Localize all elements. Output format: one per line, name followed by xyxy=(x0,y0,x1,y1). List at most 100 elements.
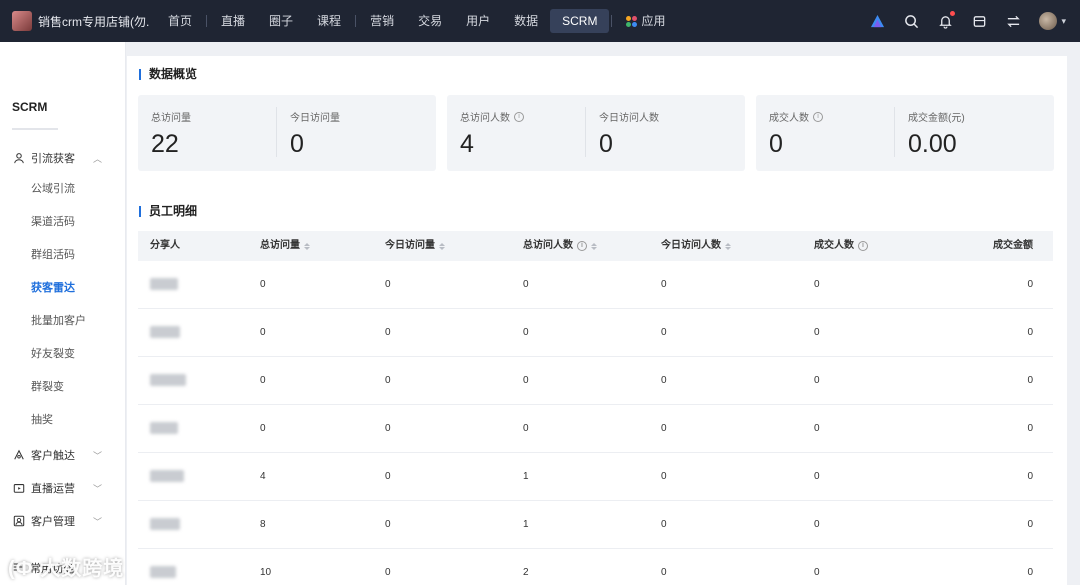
table-row: 0 0 0 0 0 0 xyxy=(138,405,1053,453)
nav-item-apps[interactable]: 应用 xyxy=(614,9,677,33)
column-header-deal-amount: 成交金额 xyxy=(993,231,1033,261)
user-avatar[interactable] xyxy=(1039,12,1058,30)
chevron-down-icon: ﹀ xyxy=(92,483,102,494)
column-header-today-visits[interactable]: 今日访问量 xyxy=(385,231,445,261)
table-cell: 0 xyxy=(385,279,391,290)
sidebar: SCRM 引流获客 ︿ 公域引流 渠道活码 群组活码 获客雷达 批量加客户 好友… xyxy=(0,42,126,585)
metric-label: 今日访问人数 xyxy=(599,113,659,124)
search-icon[interactable] xyxy=(903,13,919,29)
nav-divider xyxy=(206,15,208,27)
table-cell: 0 xyxy=(814,471,820,482)
nav-item-user[interactable]: 用户 xyxy=(454,9,502,33)
sidebar-group-customer[interactable]: 客户管理 ﹀ xyxy=(12,513,116,529)
table-row: 0 0 0 0 0 0 xyxy=(138,357,1053,405)
table-cell: 0 xyxy=(385,423,391,434)
sort-icon[interactable] xyxy=(591,242,597,250)
top-navigation-bar: 销售crm专用店铺(勿... 首页 直播 圈子 课程 营销 交易 用户 数据 S… xyxy=(0,0,1080,42)
metric-label: 总访问量 xyxy=(151,113,191,124)
nav-item-home[interactable]: 首页 xyxy=(156,9,204,33)
column-header-today-visitors[interactable]: 今日访问人数 xyxy=(661,231,731,261)
metric-label-text: 总访问人数 xyxy=(460,113,510,124)
nav-item-live[interactable]: 直播 xyxy=(209,9,257,33)
nav-item-circle[interactable]: 圈子 xyxy=(257,9,305,33)
nav-item-marketing[interactable]: 营销 xyxy=(358,9,406,33)
ai-icon[interactable] xyxy=(869,13,885,29)
sort-icon[interactable] xyxy=(304,242,310,250)
info-icon[interactable]: i xyxy=(813,111,823,122)
metric-today-visits: 今日访问量 0 xyxy=(290,109,340,159)
main-content: 数据概览 总访问量 22 今日访问量 0 总访问人数 i 4 今日访问人数 0 xyxy=(127,56,1067,585)
sidebar-item-public-traffic[interactable]: 公域引流 xyxy=(31,180,75,196)
topbar-actions: ▾ xyxy=(869,0,1066,42)
sidebar-divider xyxy=(12,128,58,130)
sort-icon[interactable] xyxy=(439,242,445,250)
sidebar-group-reach[interactable]: 客户触达 ﹀ xyxy=(12,447,116,463)
table-cell: 0 xyxy=(385,567,391,578)
sidebar-item-group-fission[interactable]: 群裂变 xyxy=(31,378,64,394)
table-cell: 0 xyxy=(1027,279,1033,290)
column-header-total-visitors[interactable]: 总访问人数 i xyxy=(523,231,597,261)
blurred-sharer-name xyxy=(150,566,176,578)
column-header-total-visits[interactable]: 总访问量 xyxy=(260,231,310,261)
apps-icon xyxy=(626,15,638,27)
metric-value: 22 xyxy=(151,130,179,158)
blurred-sharer-name xyxy=(150,278,178,290)
metric-label-text: 成交人数 xyxy=(769,113,809,124)
table-cell: 0 xyxy=(385,327,391,338)
sidebar-item-batch-add[interactable]: 批量加客户 xyxy=(31,312,86,328)
shop-switcher[interactable]: 销售crm专用店铺(勿... xyxy=(0,11,156,31)
watermark: (Ф 大数跨境 xyxy=(8,558,125,580)
table-cell: 10 xyxy=(260,567,272,578)
switch-icon[interactable] xyxy=(1005,13,1021,29)
nav-item-data[interactable]: 数据 xyxy=(502,9,550,33)
sidebar-group-label: 直播运营 xyxy=(31,483,75,495)
blurred-sharer-name xyxy=(150,518,180,530)
table-cell: 0 xyxy=(814,375,820,386)
table-cell: 0 xyxy=(523,423,529,434)
info-icon[interactable]: i xyxy=(577,241,587,251)
info-icon[interactable]: i xyxy=(858,241,868,251)
metric-deal-count: 成交人数 i 0 xyxy=(769,109,823,159)
table-cell: 0 xyxy=(1027,327,1033,338)
table-cell: 0 xyxy=(385,471,391,482)
table-row: 0 0 0 0 0 0 xyxy=(138,309,1053,357)
table-row: 10 0 2 0 0 0 xyxy=(138,549,1053,585)
blurred-sharer-name xyxy=(150,470,184,482)
sidebar-item-friend-fission[interactable]: 好友裂变 xyxy=(31,345,75,361)
sidebar-item-group-code[interactable]: 群组活码 xyxy=(31,246,75,262)
metric-card-deals: 成交人数 i 0 成交金额(元) 0.00 xyxy=(756,95,1054,171)
table-cell: 0 xyxy=(661,423,667,434)
user-icon xyxy=(12,152,25,165)
sidebar-group-label: 引流获客 xyxy=(31,153,75,165)
chevron-down-icon[interactable]: ▾ xyxy=(1061,16,1066,27)
table-cell: 2 xyxy=(523,567,529,578)
table-cell: 0 xyxy=(814,279,820,290)
table-cell: 0 xyxy=(1027,567,1033,578)
column-label: 总访问量 xyxy=(260,240,300,251)
sidebar-item-acquisition-radar[interactable]: 获客雷达 xyxy=(31,279,75,295)
sidebar-group-live[interactable]: 直播运营 ﹀ xyxy=(12,480,116,496)
reach-icon xyxy=(12,449,25,462)
info-icon[interactable]: i xyxy=(514,111,524,122)
sidebar-group-acquisition[interactable]: 引流获客 ︿ xyxy=(12,150,116,166)
sidebar-item-channel-code[interactable]: 渠道活码 xyxy=(31,213,75,229)
nav-item-scrm[interactable]: SCRM xyxy=(550,9,610,33)
sidebar-item-lottery[interactable]: 抽奖 xyxy=(31,411,53,427)
table-cell: 0 xyxy=(661,375,667,386)
store-icon[interactable] xyxy=(971,13,987,29)
table-cell: 0 xyxy=(260,375,266,386)
metric-value: 0.00 xyxy=(908,130,957,158)
table-cell: 0 xyxy=(661,519,667,530)
table-cell: 0 xyxy=(814,567,820,578)
sort-icon[interactable] xyxy=(725,242,731,250)
table-row: 0 0 0 0 0 0 xyxy=(138,261,1053,309)
nav-item-trade[interactable]: 交易 xyxy=(406,9,454,33)
nav-item-course[interactable]: 课程 xyxy=(305,9,353,33)
bell-icon[interactable] xyxy=(937,11,956,29)
blurred-sharer-name xyxy=(150,326,180,338)
chevron-down-icon: ﹀ xyxy=(92,516,102,527)
table-cell: 8 xyxy=(260,519,266,530)
table-cell: 4 xyxy=(260,471,266,482)
table-cell: 0 xyxy=(385,519,391,530)
column-header-sharer: 分享人 xyxy=(150,231,180,261)
